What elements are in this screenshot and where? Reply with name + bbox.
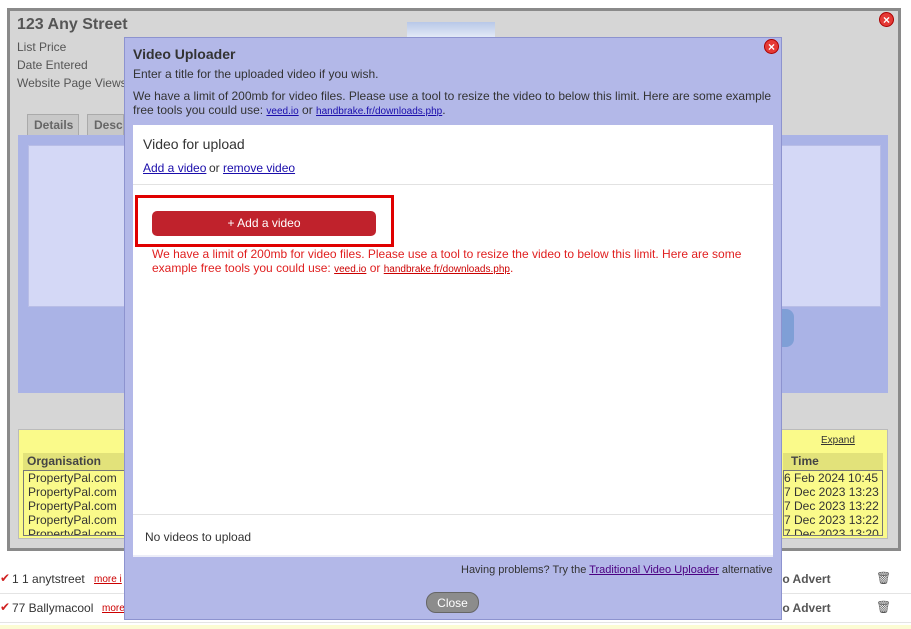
problems-note: Having problems? Try the Traditional Vid…: [461, 564, 773, 576]
add-video-button[interactable]: + Add a video: [152, 211, 376, 236]
tab-details[interactable]: Details: [27, 114, 79, 135]
organisation-cell: PropertyPal.com: [28, 499, 117, 513]
veed-link[interactable]: veed.io: [266, 106, 298, 117]
no-videos-message: No videos to upload: [145, 530, 252, 544]
listing-title: 123 Any Street: [17, 16, 128, 33]
or-text: or: [369, 261, 381, 275]
period-text: .: [509, 261, 514, 275]
video-for-upload-label: Video for upload: [143, 136, 245, 152]
size-limit-text: We have a limit of 200mb for video files…: [133, 89, 772, 117]
listing-address: 1 1 anytstreet: [12, 572, 85, 586]
time-column-header: Time: [783, 453, 883, 470]
organisation-cell: PropertyPal.com: [28, 527, 117, 536]
veed-link[interactable]: veed.io: [334, 264, 366, 275]
organisation-list[interactable]: PropertyPal.com PropertyPal.com Property…: [23, 470, 127, 536]
expand-link[interactable]: Expand: [821, 435, 855, 446]
size-limit-warning: We have a limit of 200mb for video files…: [152, 247, 764, 277]
organisation-cell: PropertyPal.com: [28, 485, 117, 499]
or-text: or: [209, 161, 220, 175]
time-cell: 7 Dec 2023 13:20: [784, 527, 879, 536]
more-info-link[interactable]: more: [102, 603, 125, 614]
more-info-link[interactable]: more i: [94, 574, 122, 585]
problems-suffix: alternative: [721, 564, 773, 576]
time-list[interactable]: 6 Feb 2024 10:45 7 Dec 2023 13:23 7 Dec …: [783, 470, 883, 536]
field-website-page-views: Website Page Views: [17, 76, 127, 90]
or-text: or: [302, 103, 313, 117]
tab-description[interactable]: Desc: [87, 114, 124, 135]
time-cell: 7 Dec 2023 13:22: [784, 513, 879, 527]
problems-prefix: Having problems? Try the: [461, 564, 587, 576]
advert-status: lo Advert: [779, 572, 831, 586]
field-date-entered: Date Entered: [17, 58, 88, 72]
handbrake-link[interactable]: handbrake.fr/downloads.php: [384, 264, 510, 275]
size-limit-note: We have a limit of 200mb for video files…: [133, 89, 773, 119]
background-close-icon[interactable]: ×: [879, 12, 894, 27]
divider: [133, 514, 773, 515]
background-bottom-strip: [0, 625, 911, 629]
organisation-cell: PropertyPal.com: [28, 471, 117, 485]
traditional-uploader-link[interactable]: Traditional Video Uploader: [589, 564, 719, 576]
trash-icon[interactable]: 🗑: [876, 571, 891, 585]
close-button[interactable]: Close: [426, 592, 479, 613]
dialog-subtitle: Enter a title for the uploaded video if …: [133, 67, 379, 81]
listing-address: 77 Ballymacool: [12, 601, 94, 615]
dialog-title: Video Uploader: [133, 46, 236, 62]
details-panel-left-box: [28, 145, 130, 307]
divider: [133, 555, 773, 557]
advert-status: lo Advert: [779, 601, 831, 615]
details-panel-right-box: [779, 145, 881, 307]
divider: [133, 184, 773, 185]
remove-video-link[interactable]: remove video: [223, 161, 295, 175]
add-video-link[interactable]: Add a video: [143, 161, 206, 175]
period-text: .: [442, 103, 446, 117]
upload-content-area: [133, 125, 773, 555]
time-cell: 6 Feb 2024 10:45: [784, 471, 879, 485]
trash-icon[interactable]: 🗑: [876, 600, 891, 614]
organisation-cell: PropertyPal.com: [28, 513, 117, 527]
time-cell: 7 Dec 2023 13:22: [784, 499, 879, 513]
pin-icon: ✔: [0, 571, 11, 585]
close-icon[interactable]: ×: [764, 39, 779, 54]
time-cell: 7 Dec 2023 13:23: [784, 485, 879, 499]
field-list-price: List Price: [17, 40, 67, 54]
organisation-column-header: Organisation: [23, 453, 127, 470]
pin-icon: ✔: [0, 600, 11, 614]
handbrake-link[interactable]: handbrake.fr/downloads.php: [316, 106, 442, 117]
